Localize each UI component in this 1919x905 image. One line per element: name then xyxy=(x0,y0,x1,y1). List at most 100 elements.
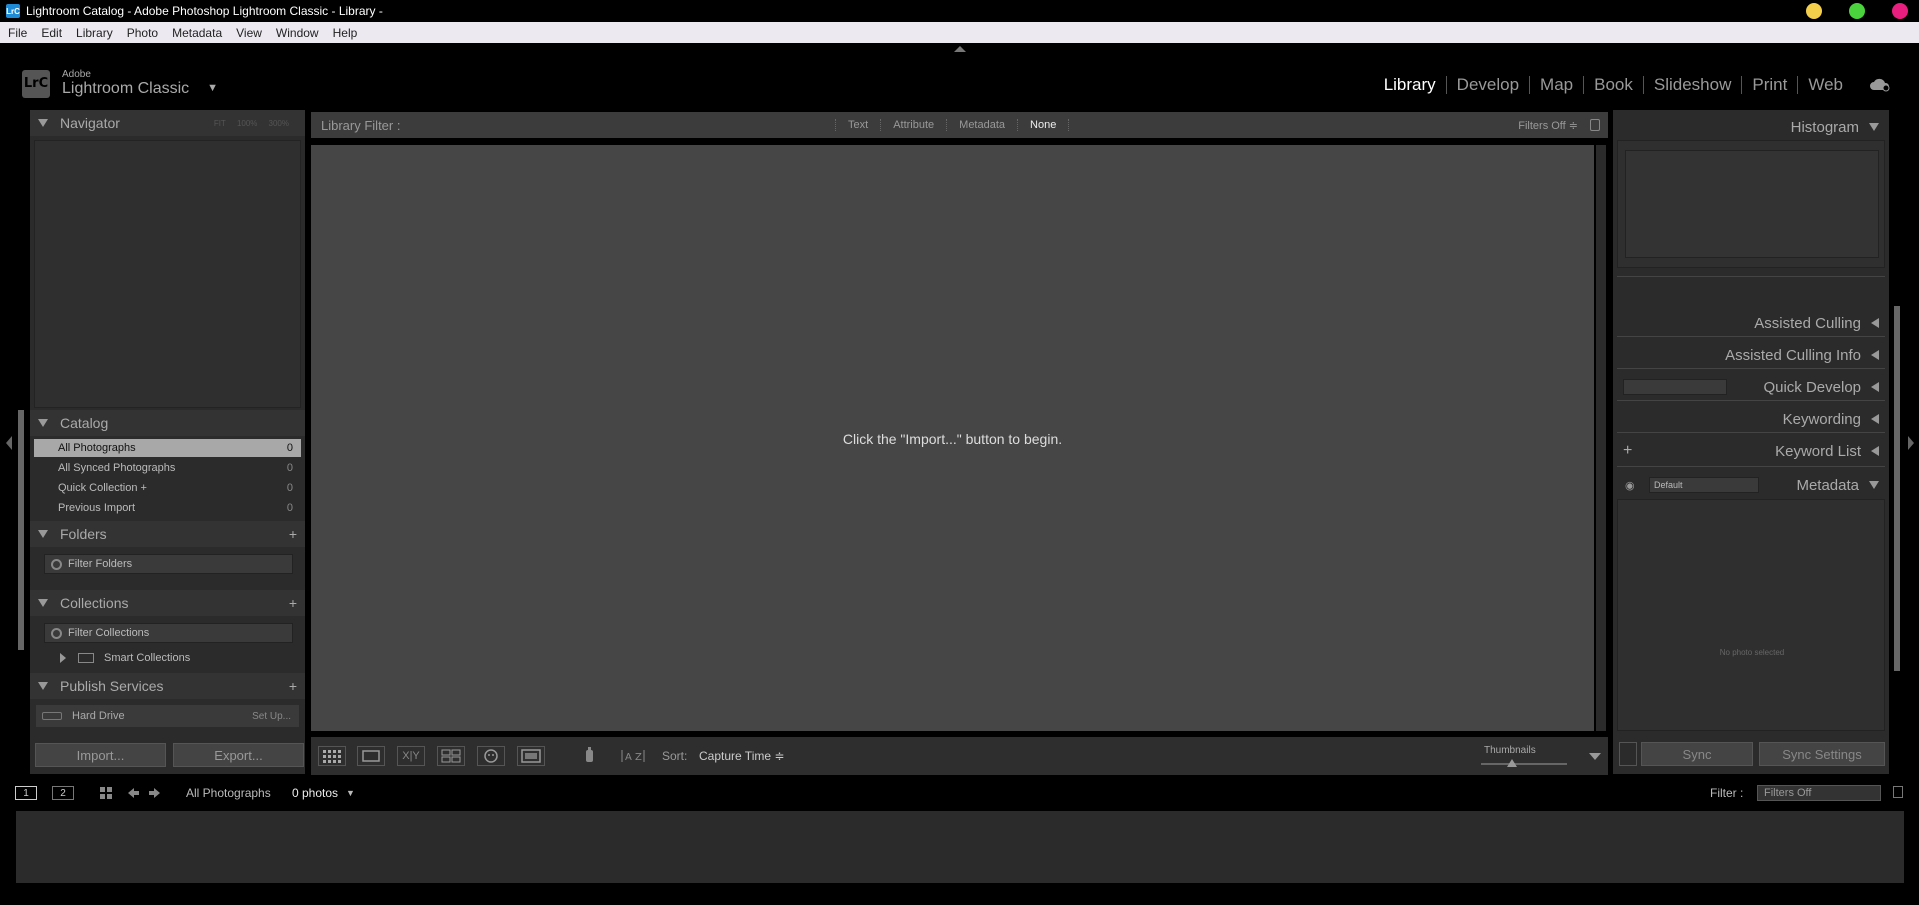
menu-help[interactable]: Help xyxy=(333,26,358,40)
filmstrip[interactable] xyxy=(16,811,1904,883)
filter-tab-text[interactable]: Text xyxy=(835,119,880,131)
sort-dropdown[interactable]: Capture Time ≑ xyxy=(699,749,784,763)
filmstrip-source[interactable]: All Photographs xyxy=(186,786,271,800)
catalog-item-quick-collection[interactable]: Quick Collection + 0 xyxy=(34,479,301,497)
menu-window[interactable]: Window xyxy=(276,26,319,40)
menu-file[interactable]: File xyxy=(8,26,27,40)
folders-header[interactable]: Folders + xyxy=(30,521,305,547)
publish-service-hard-drive[interactable]: Hard Drive Set Up... xyxy=(36,705,299,727)
toolbar-options-icon[interactable] xyxy=(1589,753,1601,760)
survey-view-icon[interactable] xyxy=(437,746,465,766)
setup-link[interactable]: Set Up... xyxy=(252,711,291,722)
zoom-100[interactable]: 100% xyxy=(237,119,257,128)
navigator-header[interactable]: Navigator FIT 100% 300% xyxy=(30,110,305,136)
module-map[interactable]: Map xyxy=(1530,76,1585,94)
menu-view[interactable]: View xyxy=(236,26,262,40)
module-slideshow[interactable]: Slideshow xyxy=(1644,76,1743,94)
left-panel-scrollbar[interactable] xyxy=(18,410,24,650)
catalog-item-count: 0 xyxy=(286,442,293,454)
histogram-header[interactable]: Histogram xyxy=(1613,114,1889,140)
keywording-title: Keywording xyxy=(1782,410,1861,428)
filter-tab-attribute[interactable]: Attribute xyxy=(880,119,946,131)
expand-triangle-icon[interactable] xyxy=(60,653,66,663)
thumbnail-size-slider[interactable] xyxy=(1481,763,1567,765)
add-folder-icon[interactable]: + xyxy=(289,526,297,542)
painter-icon[interactable] xyxy=(579,746,601,766)
menu-metadata[interactable]: Metadata xyxy=(172,26,222,40)
collections-header[interactable]: Collections + xyxy=(30,590,305,616)
close-button[interactable] xyxy=(1892,3,1908,19)
sort-direction-icon[interactable]: A Z xyxy=(619,746,647,766)
menu-edit[interactable]: Edit xyxy=(41,26,62,40)
metadata-preset-select[interactable]: Default xyxy=(1649,477,1759,493)
module-print[interactable]: Print xyxy=(1742,76,1799,94)
metadata-header[interactable]: ◉ Default Metadata xyxy=(1613,472,1889,498)
filter-presets-dropdown[interactable]: Filters Off ≑ xyxy=(1518,119,1578,132)
filter-collections-input[interactable]: Filter Collections xyxy=(44,623,293,643)
catalog-item-all-photographs[interactable]: All Photographs 0 xyxy=(34,439,301,457)
secondary-display-button[interactable]: 2 xyxy=(52,786,74,800)
loupe-view-icon[interactable] xyxy=(357,746,385,766)
catalog-item-all-synced[interactable]: All Synced Photographs 0 xyxy=(34,459,301,477)
module-library[interactable]: Library xyxy=(1374,76,1447,94)
cloud-sync-icon[interactable] xyxy=(1869,78,1891,92)
zoom-fit[interactable]: FIT xyxy=(214,119,226,128)
grid-scrollbar[interactable] xyxy=(1596,145,1606,731)
keywording-header[interactable]: Keywording xyxy=(1613,406,1889,432)
assisted-culling-info-header[interactable]: Assisted Culling Info xyxy=(1613,342,1889,368)
catalog-item-previous-import[interactable]: Previous Import 0 xyxy=(34,499,301,517)
filter-tab-metadata[interactable]: Metadata xyxy=(946,119,1017,131)
primary-display-button[interactable]: 1 xyxy=(15,786,37,800)
people-view-icon[interactable] xyxy=(477,746,505,766)
maximize-button[interactable] xyxy=(1849,3,1865,19)
expand-triangle-icon xyxy=(1871,382,1879,392)
forward-arrow-icon[interactable] xyxy=(148,786,162,803)
import-button[interactable]: Import... xyxy=(35,743,166,767)
sync-toggle-switch[interactable] xyxy=(1619,742,1637,766)
smart-collections-item[interactable]: Smart Collections xyxy=(60,652,190,664)
export-button[interactable]: Export... xyxy=(173,743,304,767)
add-collection-icon[interactable]: + xyxy=(289,595,297,611)
expand-triangle-icon xyxy=(1871,318,1879,328)
filter-label: Filter : xyxy=(1710,786,1744,800)
assisted-culling-header[interactable]: Assisted Culling xyxy=(1613,310,1889,336)
identity-dropdown-icon[interactable]: ▼ xyxy=(207,82,218,94)
sync-button[interactable]: Sync xyxy=(1641,742,1753,766)
grid-view[interactable]: Click the "Import..." button to begin. xyxy=(311,145,1594,731)
grid-view-icon[interactable] xyxy=(318,746,346,766)
filmstrip-filter-select[interactable]: Filters Off xyxy=(1757,785,1881,801)
right-panel-scrollbar[interactable] xyxy=(1894,306,1900,671)
thumbnail-slider-knob[interactable] xyxy=(1507,759,1517,767)
publish-services-header[interactable]: Publish Services + xyxy=(30,673,305,699)
catalog-item-label: All Synced Photographs xyxy=(58,462,176,474)
top-panel-toggle-icon[interactable] xyxy=(954,46,966,52)
left-panel-toggle-icon[interactable] xyxy=(6,436,12,450)
grid-shortcut-icon[interactable] xyxy=(99,786,115,803)
menu-photo[interactable]: Photo xyxy=(127,26,158,40)
catalog-header[interactable]: Catalog xyxy=(30,410,305,436)
secondary-display-icon[interactable] xyxy=(517,746,545,766)
source-dropdown-icon[interactable]: ▼ xyxy=(346,788,355,798)
back-arrow-icon[interactable] xyxy=(126,786,140,803)
menu-library[interactable]: Library xyxy=(76,26,113,40)
minimize-button[interactable] xyxy=(1806,3,1822,19)
collapse-triangle-icon xyxy=(1869,123,1879,131)
add-keyword-icon[interactable]: + xyxy=(1623,442,1632,460)
quick-develop-header[interactable]: Quick Develop xyxy=(1613,374,1889,400)
lock-icon[interactable] xyxy=(1590,119,1600,131)
sync-settings-button[interactable]: Sync Settings xyxy=(1759,742,1885,766)
right-panel-toggle-icon[interactable] xyxy=(1908,436,1914,450)
compare-view-icon[interactable]: X|Y xyxy=(397,746,425,766)
module-book[interactable]: Book xyxy=(1584,76,1644,94)
filter-lock-icon[interactable] xyxy=(1893,786,1903,798)
zoom-300[interactable]: 300% xyxy=(269,119,289,128)
module-develop[interactable]: Develop xyxy=(1447,76,1531,94)
quick-develop-preset-select[interactable] xyxy=(1623,379,1727,395)
filter-tab-none[interactable]: None xyxy=(1017,119,1070,131)
module-web[interactable]: Web xyxy=(1798,76,1853,94)
sort-label: Sort: xyxy=(662,749,688,763)
filter-folders-input[interactable]: Filter Folders xyxy=(44,554,293,574)
keyword-list-header[interactable]: + Keyword List xyxy=(1613,438,1889,464)
add-publish-service-icon[interactable]: + xyxy=(289,678,297,694)
eye-icon[interactable]: ◉ xyxy=(1625,479,1635,492)
